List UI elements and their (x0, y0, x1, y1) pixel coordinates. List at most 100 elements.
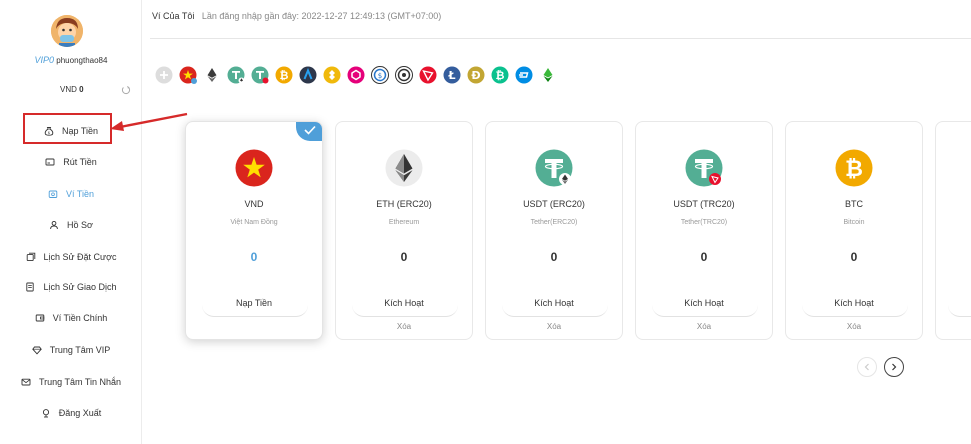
transaction-history-icon (26, 282, 35, 292)
btc-icon[interactable]: ₿ (275, 66, 293, 84)
arb-icon[interactable] (299, 66, 317, 84)
dash-icon[interactable] (515, 66, 533, 84)
balance: VND 0 (60, 85, 84, 94)
user-icon (50, 220, 58, 230)
doge-icon[interactable]: Ð (467, 66, 485, 84)
wallet-subtitle: Tether(TRC20) (680, 219, 728, 226)
delete-button[interactable]: Xóa (786, 322, 922, 331)
avatar[interactable] (51, 15, 83, 47)
activate-button[interactable]: Kích Hoạt (636, 298, 772, 308)
wallet-card-usdt-erc20[interactable]: USDT (ERC20) Tether(ERC20) 0 Kích Hoạt X… (485, 121, 623, 340)
wallet-card-usdt-trc20[interactable]: USDT (TRC20) Tether(TRC20) 0 Kích Hoạt X… (635, 121, 773, 340)
svg-text:₿: ₿ (280, 69, 289, 82)
eth-icon (385, 149, 423, 187)
main-wallet-icon (35, 314, 44, 322)
wallet-subtitle: Bitcoin (843, 219, 865, 226)
sidebar-item-label: Đăng Xuất (58, 408, 102, 418)
wallet-name: VND (244, 199, 264, 209)
svg-text:Ł: Ł (447, 69, 455, 82)
wallet-card-partial[interactable] (935, 121, 971, 340)
vnd-flag-icon (235, 149, 273, 187)
wallet-name: USDT (ERC20) (523, 199, 585, 209)
sidebar-item-label: Lịch Sử Đặt Cược (43, 252, 117, 262)
sidebar-item-label: Ví Tiền (65, 189, 94, 199)
logout-icon (42, 409, 49, 418)
usdt-erc20-icon[interactable] (227, 66, 245, 84)
activate-button[interactable]: Kích Hoạt (336, 298, 472, 308)
sidebar-item-wallet[interactable]: Ví Tiền (0, 184, 142, 204)
sidebar-item-label: Hồ Sơ (67, 220, 93, 230)
sidebar-item-label: Rút Tiền (63, 157, 97, 167)
bch-icon[interactable]: ₿ (491, 66, 509, 84)
next-page-button[interactable] (884, 357, 904, 377)
svg-text:₿: ₿ (845, 157, 863, 182)
sidebar-item-main-wallet[interactable]: Ví Tiền Chính (0, 308, 142, 328)
wallet-page: VIP0 phuongthao84 VND 0 $ Nạp Tiền Rút T… (0, 0, 971, 444)
user-line: VIP0 phuongthao84 (0, 55, 142, 65)
username: phuongthao84 (56, 56, 108, 65)
wallet-card-btc[interactable]: ₿ BTC Bitcoin 0 Kích Hoạt Xóa (785, 121, 923, 340)
sidebar-item-transaction-history[interactable]: Lịch Sử Giao Dịch (0, 277, 142, 297)
sidebar-item-vip-center[interactable]: Trung Tâm VIP (0, 340, 142, 360)
ltc-icon[interactable]: Ł (443, 66, 461, 84)
sidebar-item-label: Ví Tiền Chính (52, 313, 108, 323)
vip-diamond-icon (31, 346, 42, 355)
header-divider (150, 38, 971, 39)
usdc-icon[interactable]: $ (371, 66, 389, 84)
wallet-amount: 0 (700, 250, 708, 264)
deposit-button[interactable]: Nạp Tiền (186, 298, 322, 308)
balance-value: 0 (79, 85, 84, 94)
wallet-amount: 0 (400, 250, 408, 264)
wallet-amount: 0 (550, 250, 558, 264)
sidebar-item-withdraw[interactable]: Rút Tiền (0, 152, 142, 172)
sidebar-item-logout[interactable]: Đăng Xuất (0, 403, 142, 423)
check-icon (304, 125, 316, 135)
add-icon[interactable] (155, 66, 173, 84)
deposit-highlight-box (23, 113, 112, 144)
delete-button[interactable]: Xóa (636, 322, 772, 331)
sidebar-item-profile[interactable]: Hồ Sơ (0, 215, 142, 235)
prev-page-button[interactable] (857, 357, 877, 377)
svg-text:$: $ (378, 72, 382, 80)
last-login-text: Lần đăng nhập gần đây: 2022-12-27 12:49:… (201, 11, 442, 21)
sidebar: VIP0 phuongthao84 VND 0 $ Nạp Tiền Rút T… (0, 0, 142, 444)
card-divider (948, 293, 971, 317)
wallet-card-vnd[interactable]: VND Việt Nam Đồng 0 Nạp Tiền (185, 121, 323, 340)
eth-icon[interactable] (203, 66, 221, 84)
wallet-amount: 0 (250, 250, 258, 264)
wallet-subtitle: Tether(ERC20) (530, 219, 578, 226)
currency-code: VND (60, 85, 77, 94)
wallet-name: ETH (ERC20) (376, 199, 432, 209)
wallet-icon (48, 190, 58, 198)
activate-button[interactable]: Kích Hoạt (786, 298, 922, 308)
sidebar-item-label: Trung Tâm VIP (49, 345, 111, 355)
usdt-trc20-icon[interactable] (251, 66, 269, 84)
sidebar-item-bet-history[interactable]: Lịch Sử Đặt Cược (0, 247, 142, 267)
delete-button[interactable]: Xóa (336, 322, 472, 331)
wallet-subtitle: Ethereum (388, 219, 420, 226)
matic-icon[interactable] (347, 66, 365, 84)
wallet-name: USDT (TRC20) (673, 199, 735, 209)
svg-text:₿: ₿ (496, 69, 505, 82)
chevron-right-icon (892, 363, 897, 371)
refresh-icon[interactable] (121, 85, 131, 95)
sidebar-item-label: Trung Tâm Tin Nhắn (38, 377, 122, 387)
delete-button[interactable]: Xóa (486, 322, 622, 331)
page-header: Ví Của Tôi Lần đăng nhập gần đây: 2022-1… (152, 11, 441, 21)
selected-check-badge (296, 122, 322, 141)
usdc-alt-icon[interactable] (395, 66, 413, 84)
wallet-card-eth-erc20[interactable]: ETH (ERC20) Ethereum 0 Kích Hoạt Xóa (335, 121, 473, 340)
mail-icon (21, 378, 31, 386)
vnd-flag-icon[interactable] (179, 66, 197, 84)
usdt-trc20-icon (685, 149, 723, 187)
trx-icon[interactable] (419, 66, 437, 84)
vip-level: VIP0 (34, 55, 55, 65)
bnb-icon[interactable] (323, 66, 341, 84)
etc-icon[interactable] (539, 66, 557, 84)
svg-text:Ð: Ð (471, 69, 480, 82)
btc-icon: ₿ (835, 149, 873, 187)
wallet-name: BTC (845, 199, 863, 209)
sidebar-item-message-center[interactable]: Trung Tâm Tin Nhắn (0, 372, 142, 392)
activate-button[interactable]: Kích Hoạt (486, 298, 622, 308)
page-title: Ví Của Tôi (152, 11, 195, 21)
